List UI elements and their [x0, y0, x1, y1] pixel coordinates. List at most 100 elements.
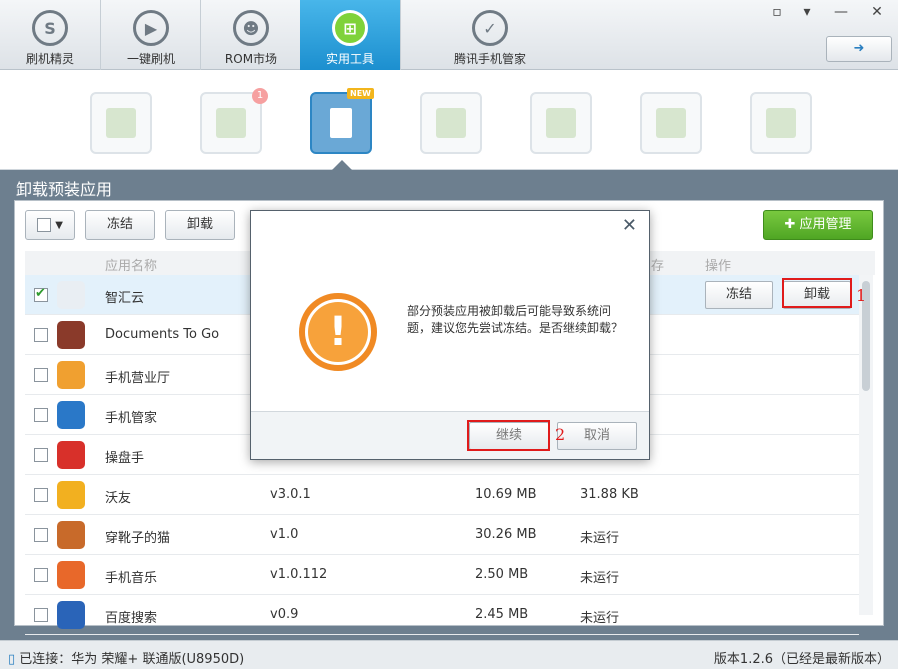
app-size: 2.50 MB — [475, 567, 529, 582]
confirm-dialog: ✕ ! 部分预装应用被卸载后可能导致系统问题，建议您先尝试冻结。是否继续卸载？ … — [250, 210, 650, 460]
grid-icon: ⊞ — [332, 10, 368, 46]
new-badge: NEW — [347, 88, 374, 99]
tool-settings[interactable] — [640, 92, 702, 154]
app-memory: 未运行 — [580, 571, 620, 586]
file-export-icon — [546, 108, 576, 138]
scrollbar[interactable] — [859, 275, 873, 615]
table-row[interactable]: 沃友 v3.0.1 10.69 MB 31.88 KB — [25, 475, 859, 515]
app-icon — [57, 521, 85, 549]
dialog-message: 部分预装应用被卸载后可能导致系统问题，建议您先尝试冻结。是否继续卸载？ — [407, 304, 624, 335]
app-icon — [57, 281, 85, 309]
highlight-uninstall — [782, 278, 852, 308]
row-checkbox[interactable] — [34, 488, 48, 502]
minimize-button[interactable]: — — [828, 2, 854, 22]
tool-shopping-bag[interactable] — [90, 92, 152, 154]
version-status: 版本1.2.6（已经是最新版本） — [713, 652, 890, 667]
app-name: Documents To Go — [105, 327, 220, 342]
nav-utility-tools[interactable]: ⊞ 实用工具 — [300, 0, 400, 70]
row-freeze-button[interactable]: 冻结 — [705, 281, 773, 309]
row-checkbox[interactable] — [34, 528, 48, 542]
feedback-icon[interactable]: ▫ — [764, 2, 790, 22]
close-icon[interactable]: ✕ — [622, 215, 637, 236]
top-navigation: S 刷机精灵 ▶ 一键刷机 ☻ ROM市场 ⊞ 实用工具 ✓ 腾讯手机管家 ▫ … — [0, 0, 898, 70]
select-all-dropdown[interactable]: ▼ — [25, 210, 75, 240]
section-title: 卸载预装应用 — [16, 180, 113, 199]
app-name: 手机音乐 — [105, 571, 158, 586]
app-size: 2.45 MB — [475, 607, 529, 622]
app-name: 沃友 — [105, 491, 132, 506]
freeze-button[interactable]: 冻结 — [85, 210, 155, 240]
android-icon: ☻ — [233, 10, 269, 46]
app-memory: 31.88 KB — [580, 487, 639, 502]
nav-label: 实用工具 — [325, 52, 374, 66]
uninstall-button[interactable]: 卸载 — [165, 210, 235, 240]
nav-label: ROM市场 — [224, 52, 278, 66]
col-app-name: 应用名称 — [105, 259, 158, 274]
app-icon — [57, 601, 85, 629]
return-arrow-button[interactable]: ➜ — [826, 36, 892, 62]
selection-pointer — [332, 160, 352, 170]
col-storage: 存 — [651, 259, 665, 274]
close-window-button[interactable]: ✕ — [864, 2, 890, 22]
app-icon — [57, 361, 85, 389]
annotation-2: 2 — [555, 425, 566, 444]
chevron-down-icon: ▼ — [55, 220, 63, 231]
row-checkbox[interactable] — [34, 568, 48, 582]
nav-rom-market[interactable]: ☻ ROM市场 — [201, 0, 301, 70]
nav-shuaji-jingling[interactable]: S 刷机精灵 — [0, 0, 100, 70]
nav-label: 一键刷机 — [126, 52, 175, 66]
app-version: v1.0.112 — [270, 567, 328, 582]
row-checkbox[interactable] — [34, 448, 48, 462]
phone-icon: ▯ — [8, 652, 16, 667]
app-size: 10.69 MB — [475, 487, 537, 502]
warning-icon: ! — [299, 293, 377, 371]
tool-documents[interactable] — [420, 92, 482, 154]
nav-one-click-flash[interactable]: ▶ 一键刷机 — [101, 0, 201, 70]
app-icon — [57, 561, 85, 589]
app-name: 百度搜索 — [105, 611, 158, 626]
trash-icon — [330, 108, 352, 138]
app-name: 手机营业厅 — [105, 371, 171, 386]
row-checkbox[interactable] — [34, 286, 48, 302]
app-name: 穿靴子的猫 — [105, 531, 171, 546]
nav-label: 腾讯手机管家 — [453, 52, 526, 66]
nav-tencent-manager[interactable]: ✓ 腾讯手机管家 — [420, 0, 560, 70]
app-memory: 未运行 — [580, 611, 620, 626]
play-icon: ▶ — [133, 10, 169, 46]
count-badge: 1 — [252, 88, 268, 104]
annotation-1: 1 — [856, 286, 867, 305]
document-icon — [436, 108, 466, 138]
select-all-checkbox[interactable] — [37, 217, 52, 232]
gear-arrow-icon — [766, 108, 796, 138]
tool-plugin[interactable]: 1 — [200, 88, 268, 154]
gear-file-icon — [656, 108, 686, 138]
table-row[interactable]: 穿靴子的猫 v1.0 30.26 MB 未运行 — [25, 515, 859, 555]
app-manage-button[interactable]: ✚ 应用管理 — [763, 210, 873, 240]
row-checkbox[interactable] — [34, 368, 48, 382]
row-checkbox[interactable] — [34, 608, 48, 622]
table-row[interactable]: 手机音乐 v1.0.112 2.50 MB 未运行 — [25, 555, 859, 595]
app-icon — [57, 401, 85, 429]
tool-strip: 1 NEW — [0, 70, 898, 170]
row-checkbox[interactable] — [34, 408, 48, 422]
app-icon — [57, 321, 85, 349]
table-row[interactable]: 百度搜索 v0.9 2.45 MB 未运行 — [25, 595, 859, 635]
app-icon — [57, 481, 85, 509]
app-version: v3.0.1 — [270, 487, 311, 502]
cancel-button[interactable]: 取消 — [557, 422, 637, 450]
nav-label: 刷机精灵 — [25, 52, 74, 66]
tool-uninstall-preinstalled[interactable]: NEW — [310, 88, 374, 154]
status-bar: ▯ 已连接：华为 荣耀+ 联通版(U8950D) 版本1.2.6（已经是最新版本… — [0, 640, 898, 669]
tool-export[interactable] — [530, 92, 592, 154]
tool-restore[interactable] — [750, 92, 812, 154]
col-action: 操作 — [705, 259, 732, 274]
app-version: v1.0 — [270, 527, 299, 542]
app-name: 操盘手 — [105, 451, 145, 466]
row-checkbox[interactable] — [34, 328, 48, 342]
menu-dropdown-icon[interactable]: ▾ — [794, 2, 820, 22]
shuaji-logo-icon: S — [32, 10, 68, 46]
highlight-continue — [467, 420, 550, 451]
app-version: v0.9 — [270, 607, 299, 622]
app-memory: 未运行 — [580, 531, 620, 546]
app-manage-label: 应用管理 — [799, 217, 852, 232]
